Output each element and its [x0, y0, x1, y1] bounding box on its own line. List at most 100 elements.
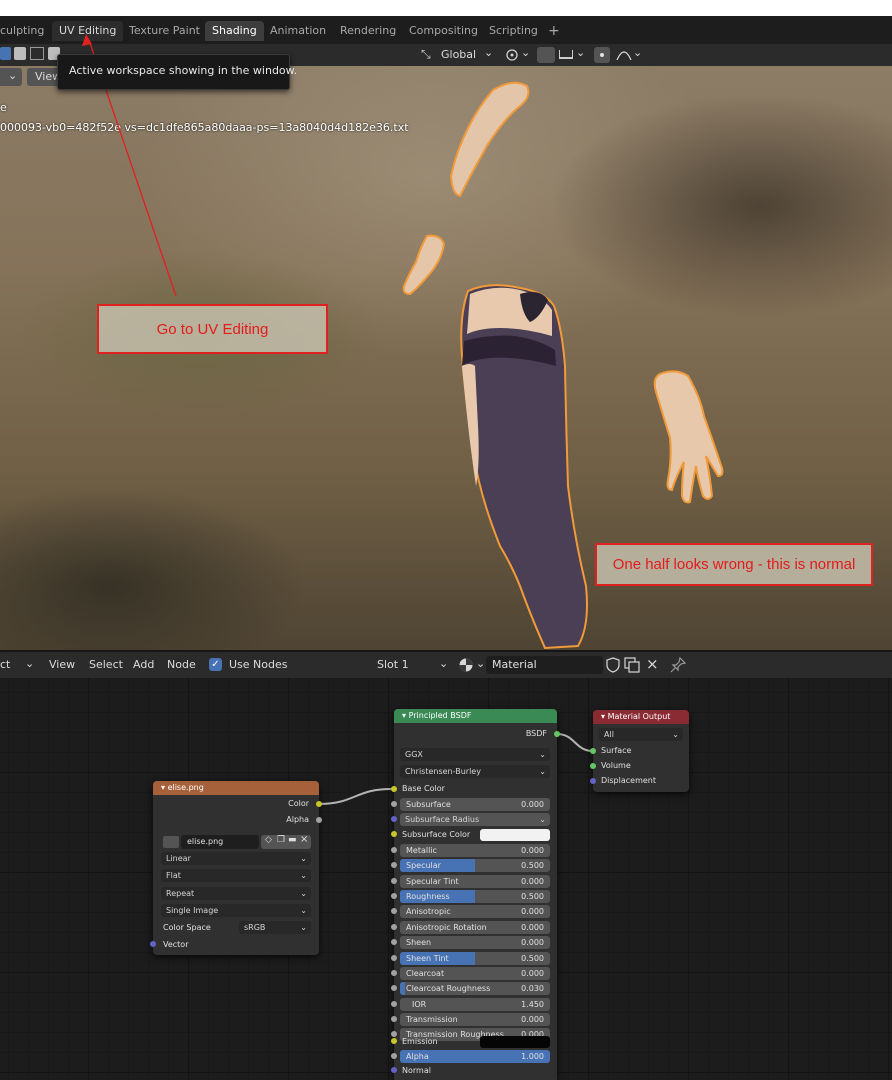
image-actions[interactable]: ◇ ❐ ▬ × [261, 834, 311, 849]
chevron-down-icon: ⌄ [300, 854, 307, 863]
slider-transmission[interactable]: Transmission 0.000 [400, 1013, 550, 1026]
socket-vector-in[interactable] [150, 941, 156, 947]
socket-input[interactable] [391, 862, 397, 868]
socket-input[interactable] [391, 955, 397, 961]
image-texture-node[interactable]: ▾ elise.png Color Alpha elise.png ◇ ❐ ▬ … [153, 781, 319, 955]
folder-icon[interactable]: ▬ [288, 835, 297, 845]
slider-ior[interactable]: IOR 1.450 [400, 998, 550, 1011]
slider-value: 0.030 [521, 984, 544, 993]
slider-label: Clearcoat Roughness [406, 984, 491, 993]
subsurface-method-dropdown[interactable]: Christensen-Burley ⌄ [400, 765, 550, 778]
extension-dropdown[interactable]: Repeat ⌄ [161, 887, 311, 900]
slider-anisotropic-rotation[interactable]: Anisotropic Rotation 0.000 [400, 921, 550, 934]
slider-label: Roughness [406, 892, 450, 901]
input-vector-row: Vector [163, 940, 189, 949]
slider-roughness[interactable]: Roughness 0.500 [400, 890, 550, 903]
slider-label: Sheen Tint [406, 954, 449, 963]
emission-color-swatch[interactable] [480, 1036, 550, 1048]
slider-label: IOR [412, 1000, 427, 1009]
color-space-dropdown[interactable]: sRGB ⌄ [239, 921, 311, 934]
projection-dropdown[interactable]: Flat ⌄ [161, 869, 311, 882]
slider-value: 0.000 [521, 969, 544, 978]
interpolation-dropdown[interactable]: Linear ⌄ [161, 852, 311, 865]
socket-input[interactable] [391, 924, 397, 930]
socket-input[interactable] [391, 985, 397, 991]
slider-sheen[interactable]: Sheen 0.000 [400, 936, 550, 949]
socket-bsdf-out[interactable] [554, 731, 560, 737]
slider-label: Sheen [406, 938, 432, 947]
input-volume-row: Volume [601, 761, 631, 770]
close-icon[interactable]: × [300, 834, 308, 845]
socket-input[interactable] [391, 908, 397, 914]
slider-sheen-tint[interactable]: Sheen Tint 0.500 [400, 952, 550, 965]
slider-anisotropic[interactable]: Anisotropic 0.000 [400, 905, 550, 918]
chevron-down-icon: ⌄ [300, 923, 307, 932]
output-node-header[interactable]: ▾ Material Output [593, 710, 689, 724]
link-color-to-base-color [318, 788, 392, 805]
input-displacement-row: Displacement [601, 776, 656, 785]
slider-value: 0.000 [521, 938, 544, 947]
socket-input[interactable] [391, 801, 397, 807]
slider-specular-tint[interactable]: Specular Tint 0.000 [400, 875, 550, 888]
socket-input[interactable] [391, 1001, 397, 1007]
image-name-field[interactable]: elise.png [181, 835, 259, 849]
socket-displacement-in[interactable] [590, 778, 596, 784]
chevron-down-icon: ⌄ [539, 767, 546, 776]
slider-clearcoat[interactable]: Clearcoat 0.000 [400, 967, 550, 980]
socket-surface-in[interactable] [590, 748, 596, 754]
subsurface-radius-dropdown[interactable]: Subsurface Radius ⌄ [400, 813, 550, 826]
slider-subsurface[interactable]: Subsurface 0.000 [400, 798, 550, 811]
socket-input[interactable] [391, 1038, 397, 1044]
socket-color-out[interactable] [316, 801, 322, 807]
slider-value: 0.000 [521, 923, 544, 932]
duplicate-icon[interactable]: ❐ [277, 835, 285, 845]
slider-specular[interactable]: Specular 0.500 [400, 859, 550, 872]
socket-input[interactable] [391, 1067, 397, 1073]
slider-label: Metallic [406, 846, 437, 855]
slider-clearcoat-roughness[interactable]: Clearcoat Roughness 0.030 [400, 982, 550, 995]
chevron-down-icon: ⌄ [672, 730, 679, 739]
slider-value: 0.000 [521, 907, 544, 916]
socket-base-color-in[interactable] [391, 786, 397, 792]
image-node-title: elise.png [167, 783, 204, 792]
distribution-dropdown[interactable]: GGX ⌄ [400, 748, 550, 761]
target-dropdown[interactable]: All ⌄ [599, 728, 683, 741]
socket-input[interactable] [391, 878, 397, 884]
socket-input[interactable] [391, 816, 397, 822]
slider-value: 1.450 [521, 1000, 544, 1009]
socket-input[interactable] [391, 939, 397, 945]
image-browse-icon[interactable] [163, 836, 179, 848]
socket-input[interactable] [391, 1031, 397, 1037]
socket-input[interactable] [391, 893, 397, 899]
socket-input[interactable] [391, 831, 397, 837]
bsdf-node-header[interactable]: ▾ Principled BSDF [394, 709, 557, 723]
shield-icon[interactable]: ◇ [265, 835, 272, 845]
socket-input[interactable] [391, 847, 397, 853]
slider-value: 0.000 [521, 846, 544, 855]
socket-input[interactable] [391, 970, 397, 976]
subsurface-color-swatch[interactable] [480, 829, 550, 841]
slider-label: Specular [406, 861, 441, 870]
slider-fill [400, 982, 405, 995]
source-dropdown[interactable]: Single Image ⌄ [161, 904, 311, 917]
principled-bsdf-node[interactable]: ▾ Principled BSDF BSDF GGX ⌄ Christensen-… [394, 709, 557, 1080]
socket-alpha-out[interactable] [316, 817, 322, 823]
chevron-down-icon: ⌄ [300, 906, 307, 915]
socket-input[interactable] [391, 1016, 397, 1022]
socket-input[interactable] [391, 1053, 397, 1059]
slider-alpha[interactable]: Alpha 1.000 [400, 1050, 550, 1063]
image-node-header[interactable]: ▾ elise.png [153, 781, 319, 795]
slider-value: 0.500 [521, 861, 544, 870]
slider-label: Anisotropic [406, 907, 451, 916]
slider-label: Clearcoat [406, 969, 445, 978]
slider-value: 0.500 [521, 954, 544, 963]
output-node-title: Material Output [607, 712, 671, 721]
slider-value: 0.000 [521, 877, 544, 886]
slider-label: Alpha [406, 1052, 429, 1061]
chevron-down-icon: ⌄ [539, 750, 546, 759]
socket-volume-in[interactable] [590, 763, 596, 769]
material-output-node[interactable]: ▾ Material Output All ⌄ Surface Volume Di… [593, 710, 689, 792]
slider-metallic[interactable]: Metallic 0.000 [400, 844, 550, 857]
slider-value: 1.000 [521, 1052, 544, 1061]
chevron-down-icon: ⌄ [300, 889, 307, 898]
